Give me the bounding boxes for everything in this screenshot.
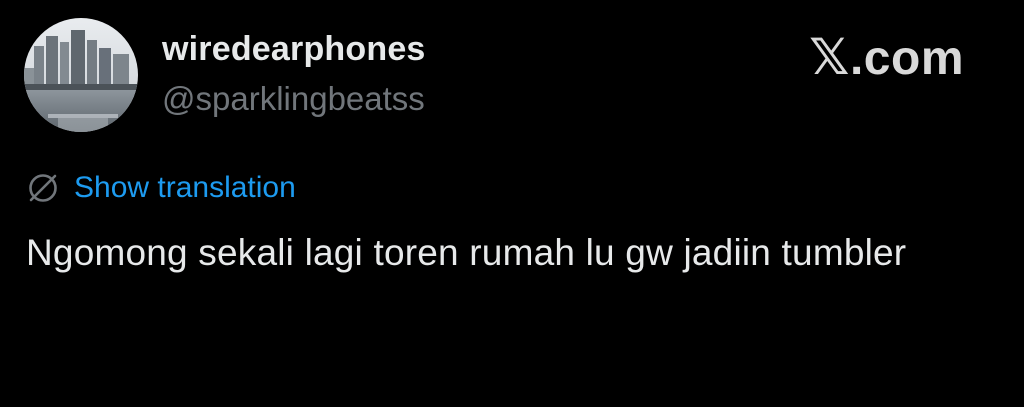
- avatar[interactable]: [24, 18, 138, 132]
- x-logo-icon: 𝕏: [809, 28, 850, 86]
- author-display-name[interactable]: wiredearphones: [162, 30, 426, 69]
- author-handle[interactable]: @sparklingbeatss: [162, 80, 425, 118]
- globe-icon: [29, 174, 57, 202]
- tweet-text: Ngomong sekali lagi toren rumah lu gw ja…: [26, 232, 907, 273]
- brand-domain: .com: [849, 32, 964, 85]
- city-skyline-avatar-icon: [24, 18, 138, 132]
- show-translation-link[interactable]: Show translation: [74, 171, 296, 205]
- show-translation-button[interactable]: Show translation: [26, 168, 296, 208]
- x-com-watermark: 𝕏.com: [809, 28, 964, 86]
